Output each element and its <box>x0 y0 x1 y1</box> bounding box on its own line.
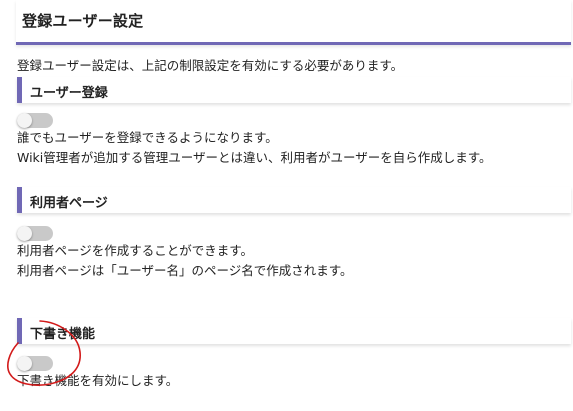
draft-description: 下書き機能を有効にします。 <box>17 371 178 391</box>
description-line: 利用者ページは「ユーザー名」のページ名で作成されます。 <box>17 263 353 278</box>
section-header-draft: 下書き機能 <box>17 318 571 344</box>
toggle-knob <box>17 113 32 128</box>
user-registration-toggle[interactable] <box>17 113 53 128</box>
section-title-draft: 下書き機能 <box>30 327 96 342</box>
section-accent-bar <box>17 77 22 103</box>
page-title: 登録ユーザー設定 <box>22 12 144 30</box>
description-line: 利用者ページを作成することができます。 <box>17 243 254 258</box>
section-title-user-registration: ユーザー登録 <box>30 86 108 101</box>
section-accent-bar <box>17 318 22 344</box>
toggle-knob <box>17 356 32 371</box>
user-page-description: 利用者ページを作成することができます。 利用者ページは「ユーザー名」のページ名で… <box>17 241 353 281</box>
description-line: Wiki管理者が追加する管理ユーザーとは違い、利用者がユーザーを自ら作成します。 <box>17 150 492 165</box>
settings-title-bar: 登録ユーザー設定 <box>16 0 571 45</box>
user-page-toggle[interactable] <box>17 226 53 241</box>
section-title-user-page: 利用者ページ <box>30 196 108 211</box>
section-header-user-page: 利用者ページ <box>17 187 571 213</box>
toggle-knob <box>17 226 32 241</box>
draft-toggle[interactable] <box>17 356 53 371</box>
section-header-user-registration: ユーザー登録 <box>17 77 571 103</box>
section-accent-bar <box>17 187 22 213</box>
description-line: 誰でもユーザーを登録できるようになります。 <box>17 130 278 145</box>
settings-note: 登録ユーザー設定は、上記の制限設定を有効にする必要があります。 <box>17 58 404 73</box>
description-line: 下書き機能を有効にします。 <box>17 373 179 388</box>
user-registration-description: 誰でもユーザーを登録できるようになります。 Wiki管理者が追加する管理ユーザー… <box>17 128 492 168</box>
